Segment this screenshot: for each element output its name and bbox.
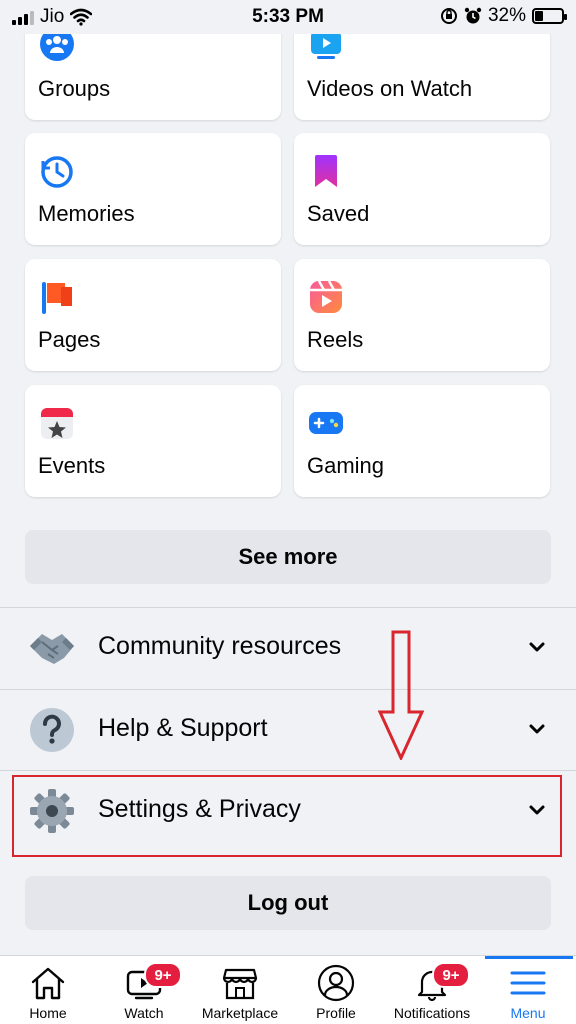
notification-badge: 9+	[432, 962, 470, 988]
shortcut-saved[interactable]: Saved	[294, 133, 550, 245]
tab-home[interactable]: Home	[0, 956, 96, 1024]
chevron-down-icon	[529, 724, 545, 734]
alarm-icon	[464, 7, 482, 24]
tab-label: Marketplace	[201, 1005, 279, 1021]
row-label: Help & Support	[98, 714, 268, 742]
profile-icon	[317, 964, 355, 1002]
calendar-icon	[41, 408, 73, 439]
battery-icon	[532, 8, 567, 24]
memories-icon	[41, 156, 73, 188]
shortcut-label: Saved	[307, 201, 370, 226]
row-label: Settings & Privacy	[98, 795, 301, 823]
notification-badge: 9+	[144, 962, 182, 988]
shortcut-label: Gaming	[307, 453, 385, 478]
shortcut-events[interactable]: Events	[25, 385, 281, 497]
bookmark-icon	[315, 155, 337, 187]
tab-menu[interactable]: Menu	[480, 956, 576, 1024]
see-more-button[interactable]: See more	[25, 530, 551, 584]
shortcut-pages[interactable]: Pages	[25, 259, 281, 371]
chevron-down-icon	[529, 642, 545, 652]
tab-profile[interactable]: Profile	[288, 956, 384, 1024]
chevron-down-icon	[529, 805, 545, 815]
status-right: 32%	[440, 5, 567, 27]
tab-label: Profile	[316, 1005, 356, 1021]
marketplace-icon	[222, 968, 258, 1000]
home-icon	[31, 967, 65, 1000]
row-help-support[interactable]: Help & Support	[0, 690, 576, 770]
gamepad-icon	[309, 412, 343, 434]
row-label: Community resources	[98, 632, 342, 660]
battery-percent: 32%	[487, 5, 526, 26]
handshake-icon	[30, 634, 74, 664]
question-icon	[30, 708, 74, 752]
log-out-button[interactable]: Log out	[25, 876, 551, 930]
shortcut-label: Reels	[307, 327, 364, 352]
row-community-resources[interactable]: Community resources	[0, 608, 576, 688]
shortcut-label: Groups	[38, 76, 111, 101]
annotation-arrow-icon	[378, 630, 424, 760]
shortcut-label: Videos on Watch	[307, 76, 473, 101]
shortcut-label: Pages	[38, 327, 101, 352]
tab-marketplace[interactable]: Marketplace	[192, 956, 288, 1024]
shortcut-label: Memories	[38, 201, 135, 226]
tab-label: Menu	[510, 1005, 546, 1021]
shortcut-reels[interactable]: Reels	[294, 259, 550, 371]
orientation-lock-icon	[440, 8, 457, 24]
shortcut-label: Events	[38, 453, 106, 478]
tab-watch[interactable]: 9+ Watch	[96, 956, 192, 1024]
tab-label: Notifications	[393, 1005, 471, 1021]
bottom-tab-bar: Home 9+ Watch Marketplace Profile 9+ Not…	[0, 955, 576, 1024]
tab-notifications[interactable]: 9+ Notifications	[384, 956, 480, 1024]
menu-icon	[510, 971, 546, 995]
gear-icon	[30, 789, 74, 833]
status-bar: Jio 5:33 PM 32%	[0, 0, 576, 34]
flag-icon	[42, 282, 72, 314]
tab-label: Watch	[124, 1005, 164, 1021]
row-settings-privacy[interactable]: Settings & Privacy	[0, 771, 576, 851]
shortcut-gaming[interactable]: Gaming	[294, 385, 550, 497]
shortcut-memories[interactable]: Memories	[25, 133, 281, 245]
reels-icon	[310, 280, 342, 313]
tab-label: Home	[29, 1005, 67, 1021]
